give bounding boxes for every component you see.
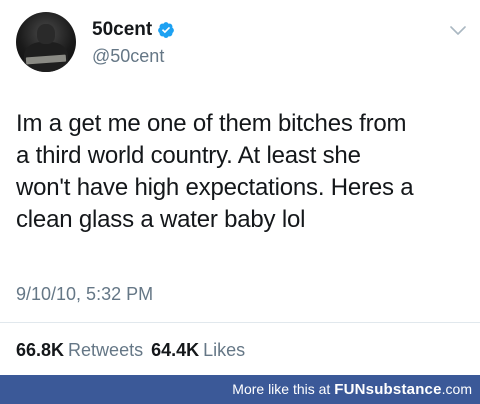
verified-badge-icon <box>158 22 175 38</box>
footer-prefix: More like this at <box>232 381 335 397</box>
footer-suffix: .com <box>441 381 472 397</box>
retweets-stat[interactable]: 66.8K Retweets <box>16 339 143 361</box>
tweet-card: 50cent @50cent Im a get me one of them b… <box>0 0 480 404</box>
likes-label: Likes <box>203 340 246 360</box>
name-row: 50cent <box>92 18 175 42</box>
chevron-down-icon[interactable] <box>450 26 466 36</box>
tweet-header: 50cent @50cent <box>16 12 466 76</box>
watermark-footer[interactable]: More like this at FUNsubstance.com <box>0 375 480 404</box>
footer-brand: FUNsubstance <box>334 381 442 398</box>
display-name[interactable]: 50cent <box>92 18 152 42</box>
likes-stat[interactable]: 64.4K Likes <box>151 339 245 361</box>
likes-count: 64.4K <box>151 340 200 360</box>
user-handle[interactable]: @50cent <box>92 45 164 67</box>
footer-text: More like this at FUNsubstance.com <box>232 381 472 398</box>
tweet-timestamp[interactable]: 9/10/10, 5:32 PM <box>16 283 153 305</box>
avatar[interactable] <box>16 12 76 72</box>
avatar-figure-head <box>37 24 55 44</box>
tweet-stats: 66.8K Retweets 64.4K Likes <box>16 339 245 361</box>
retweets-count: 66.8K <box>16 340 65 360</box>
tweet-text: Im a get me one of them bitches from a t… <box>16 110 414 233</box>
divider <box>0 322 480 323</box>
retweets-label: Retweets <box>68 340 144 360</box>
